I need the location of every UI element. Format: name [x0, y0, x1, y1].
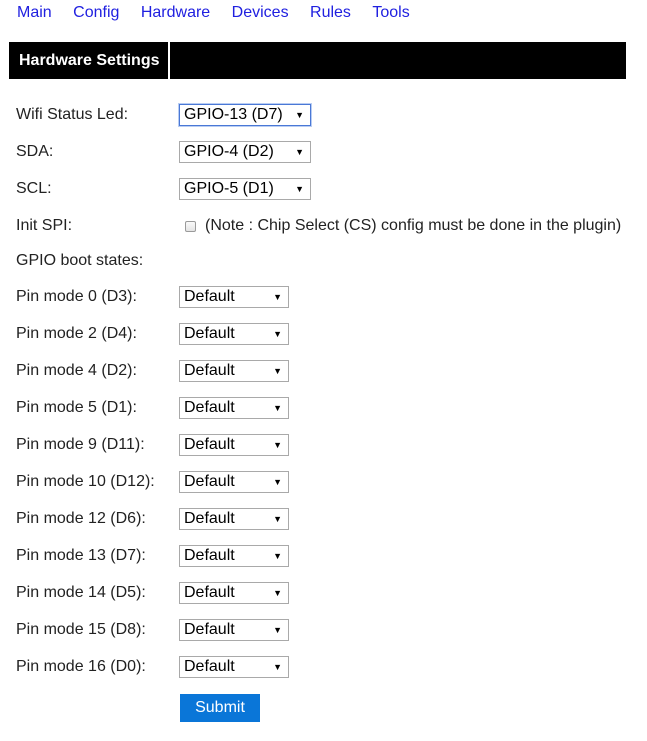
pin-mode-value: Default — [184, 547, 235, 564]
pin-mode-label: Pin mode 15 (D8): — [16, 621, 146, 638]
pin-mode-select[interactable]: Default ▼ — [179, 286, 289, 308]
pin-mode-row: Pin mode 2 (D4): Default ▼ — [16, 322, 636, 346]
pin-mode-select[interactable]: Default ▼ — [179, 434, 289, 456]
chevron-down-icon: ▼ — [273, 588, 282, 598]
sda-value: GPIO-4 (D2) — [184, 143, 274, 160]
nav-link-rules[interactable]: Rules — [310, 4, 351, 22]
pin-mode-value: Default — [184, 510, 235, 527]
pin-mode-row: Pin mode 10 (D12): Default ▼ — [16, 470, 636, 494]
nav-link-hardware[interactable]: Hardware — [141, 4, 210, 22]
pin-mode-value: Default — [184, 436, 235, 453]
pin-mode-value: Default — [184, 658, 235, 675]
chevron-down-icon: ▼ — [273, 403, 282, 413]
top-nav: Main Config Hardware Devices Rules Tools — [17, 4, 427, 24]
pin-mode-select[interactable]: Default ▼ — [179, 397, 289, 419]
chevron-down-icon: ▼ — [273, 514, 282, 524]
pin-mode-value: Default — [184, 288, 235, 305]
gpio-boot-states-label: GPIO boot states: — [16, 252, 144, 269]
init-spi-note: (Note : Chip Select (CS) config must be … — [205, 217, 622, 234]
pin-mode-label: Pin mode 0 (D3): — [16, 288, 137, 305]
pin-mode-row: Pin mode 4 (D2): Default ▼ — [16, 359, 636, 383]
nav-link-devices[interactable]: Devices — [232, 4, 289, 22]
wifi-led-value: GPIO-13 (D7) — [184, 106, 283, 123]
chevron-down-icon: ▼ — [273, 477, 282, 487]
pin-mode-value: Default — [184, 399, 235, 416]
pin-mode-select[interactable]: Default ▼ — [179, 360, 289, 382]
pin-mode-value: Default — [184, 584, 235, 601]
pin-mode-label: Pin mode 10 (D12): — [16, 473, 155, 490]
pin-mode-label: Pin mode 9 (D11): — [16, 436, 145, 453]
wifi-led-select[interactable]: GPIO-13 (D7) ▼ — [179, 104, 311, 126]
pin-mode-value: Default — [184, 621, 235, 638]
chevron-down-icon: ▼ — [295, 110, 304, 120]
sda-row: SDA: GPIO-4 (D2) ▼ — [16, 140, 636, 164]
pin-mode-select[interactable]: Default ▼ — [179, 545, 289, 567]
nav-link-config[interactable]: Config — [73, 4, 119, 22]
pin-mode-label: Pin mode 13 (D7): — [16, 547, 146, 564]
pin-mode-row: Pin mode 16 (D0): Default ▼ — [16, 655, 636, 679]
pin-mode-row: Pin mode 13 (D7): Default ▼ — [16, 544, 636, 568]
scl-row: SCL: GPIO-5 (D1) ▼ — [16, 177, 636, 201]
chevron-down-icon: ▼ — [273, 625, 282, 635]
pin-mode-label: Pin mode 16 (D0): — [16, 658, 146, 675]
section-title: Hardware Settings — [9, 42, 170, 79]
chevron-down-icon: ▼ — [273, 440, 282, 450]
chevron-down-icon: ▼ — [273, 292, 282, 302]
pin-mode-row: Pin mode 5 (D1): Default ▼ — [16, 396, 636, 420]
pin-mode-select[interactable]: Default ▼ — [179, 582, 289, 604]
pin-mode-select[interactable]: Default ▼ — [179, 323, 289, 345]
nav-link-main[interactable]: Main — [17, 4, 52, 22]
pin-mode-select[interactable]: Default ▼ — [179, 508, 289, 530]
pin-mode-row: Pin mode 15 (D8): Default ▼ — [16, 618, 636, 642]
scl-select[interactable]: GPIO-5 (D1) ▼ — [179, 178, 311, 200]
sda-label: SDA: — [16, 143, 54, 160]
pin-mode-row: Pin mode 0 (D3): Default ▼ — [16, 285, 636, 309]
pin-mode-row: Pin mode 14 (D5): Default ▼ — [16, 581, 636, 605]
wifi-led-label: Wifi Status Led: — [16, 106, 129, 123]
chevron-down-icon: ▼ — [295, 147, 304, 157]
pin-mode-label: Pin mode 2 (D4): — [16, 325, 137, 342]
nav-link-tools[interactable]: Tools — [372, 4, 409, 22]
pin-mode-label: Pin mode 14 (D5): — [16, 584, 146, 601]
init-spi-row: Init SPI: (Note : Chip Select (CS) confi… — [16, 214, 636, 238]
pin-mode-value: Default — [184, 473, 235, 490]
pin-mode-select[interactable]: Default ▼ — [179, 471, 289, 493]
pin-mode-value: Default — [184, 325, 235, 342]
scl-label: SCL: — [16, 180, 52, 197]
pin-mode-row: Pin mode 9 (D11): Default ▼ — [16, 433, 636, 457]
pin-mode-label: Pin mode 5 (D1): — [16, 399, 137, 416]
init-spi-label: Init SPI: — [16, 217, 73, 234]
submit-button[interactable]: Submit — [180, 694, 260, 722]
sda-select[interactable]: GPIO-4 (D2) ▼ — [179, 141, 311, 163]
pin-mode-label: Pin mode 12 (D6): — [16, 510, 146, 527]
gpio-boot-states-row: GPIO boot states: — [16, 249, 636, 273]
chevron-down-icon: ▼ — [295, 184, 304, 194]
scl-value: GPIO-5 (D1) — [184, 180, 274, 197]
chevron-down-icon: ▼ — [273, 551, 282, 561]
pin-mode-label: Pin mode 4 (D2): — [16, 362, 137, 379]
pin-mode-select[interactable]: Default ▼ — [179, 619, 289, 641]
init-spi-checkbox[interactable] — [185, 220, 196, 232]
section-header-empty-cell — [170, 42, 626, 79]
chevron-down-icon: ▼ — [273, 662, 282, 672]
pin-mode-value: Default — [184, 362, 235, 379]
section-header: Hardware Settings — [9, 42, 626, 79]
pin-mode-row: Pin mode 12 (D6): Default ▼ — [16, 507, 636, 531]
chevron-down-icon: ▼ — [273, 366, 282, 376]
wifi-led-row: Wifi Status Led: GPIO-13 (D7) ▼ — [16, 103, 636, 127]
pin-mode-select[interactable]: Default ▼ — [179, 656, 289, 678]
chevron-down-icon: ▼ — [273, 329, 282, 339]
